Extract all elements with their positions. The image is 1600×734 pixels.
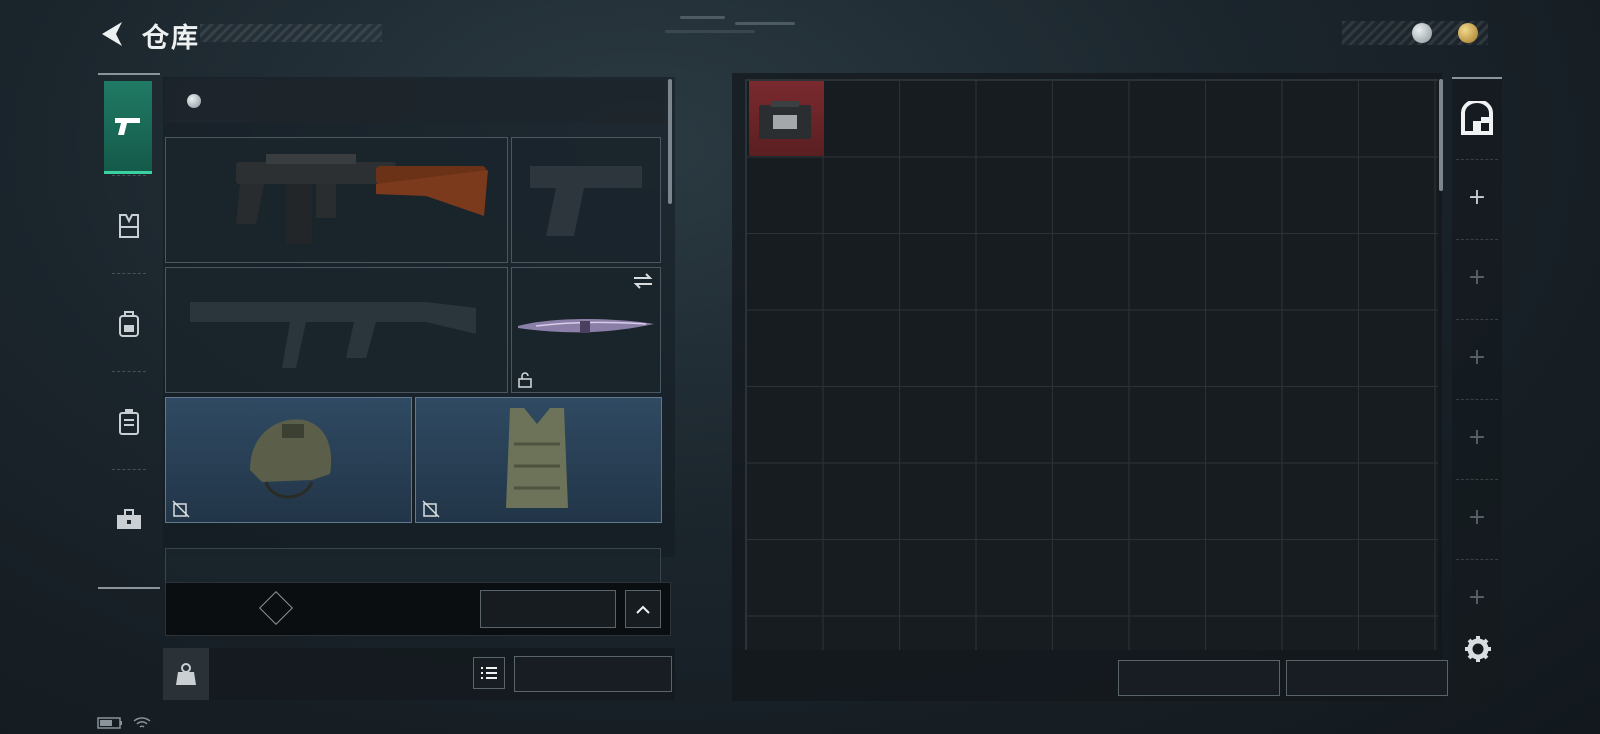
toolbox-icon xyxy=(117,509,141,529)
armor-slot[interactable] xyxy=(415,397,662,523)
unlock-icon xyxy=(518,372,532,388)
container-column: + + + + + + xyxy=(1452,77,1502,701)
category-tabs xyxy=(98,73,160,589)
knife-image xyxy=(518,319,654,333)
add-container-button-5[interactable]: + xyxy=(1452,505,1502,530)
add-container-button-6[interactable]: + xyxy=(1452,585,1502,610)
secondary-weapon-slot[interactable] xyxy=(165,267,508,393)
silver-coin-icon xyxy=(187,94,201,108)
wifi-icon xyxy=(133,717,151,728)
storage-scrollbar[interactable] xyxy=(1439,79,1443,191)
ammo-box-image xyxy=(759,101,811,139)
add-container-button-2[interactable]: + xyxy=(1452,265,1502,290)
gold-coin-icon xyxy=(1458,23,1478,43)
silver-coin-icon xyxy=(1412,23,1432,43)
pistol-placeholder-icon xyxy=(530,166,642,236)
backpack-icon xyxy=(119,311,139,337)
battery-icon xyxy=(97,717,122,729)
melee-slot[interactable] xyxy=(511,267,661,393)
chevron-up-icon xyxy=(636,605,650,614)
warehouse-icon xyxy=(1461,99,1493,135)
helmet-slot[interactable] xyxy=(165,397,412,523)
collapse-button[interactable] xyxy=(625,590,661,628)
sell-button[interactable] xyxy=(1286,660,1448,696)
back-arrow-icon xyxy=(102,22,122,46)
currency-bar xyxy=(1342,21,1488,45)
storage-item[interactable] xyxy=(749,81,824,156)
rifle-placeholder-icon xyxy=(190,302,476,368)
container-storage-tab[interactable] xyxy=(1460,99,1494,139)
back-button[interactable] xyxy=(96,18,126,50)
weight-bar xyxy=(163,648,675,700)
list-icon xyxy=(481,667,497,679)
manage-button[interactable] xyxy=(480,590,616,628)
swap-icon[interactable] xyxy=(632,272,654,290)
chest-rig-row[interactable] xyxy=(165,548,661,584)
add-container-button-4[interactable]: + xyxy=(1452,425,1502,450)
keycard-pack-bar xyxy=(165,582,671,636)
primary-weapon-slot[interactable] xyxy=(165,137,508,263)
tab-toolbox[interactable] xyxy=(98,475,160,565)
add-container-button-1[interactable]: + xyxy=(1452,185,1502,210)
transfer-all-button[interactable] xyxy=(514,656,672,692)
settings-button[interactable] xyxy=(1464,635,1492,667)
title-decoration xyxy=(200,24,382,42)
vest-image xyxy=(506,408,568,508)
pistol-slot[interactable] xyxy=(511,137,661,263)
vest-icon xyxy=(119,214,139,238)
helmet-image xyxy=(250,419,332,499)
case-icon xyxy=(119,409,139,435)
sort-button[interactable] xyxy=(1118,660,1280,696)
page-title: 仓库 xyxy=(142,23,200,54)
tab-backpack[interactable] xyxy=(98,279,160,369)
list-view-button[interactable] xyxy=(473,657,505,689)
pistol-icon xyxy=(115,118,140,135)
smg-weapon-image xyxy=(236,154,488,244)
loadout-scrollbar[interactable] xyxy=(668,79,672,204)
status-bar xyxy=(97,716,195,730)
weight-icon-box xyxy=(163,648,209,700)
tab-case[interactable] xyxy=(98,377,160,467)
no-repair-icon xyxy=(422,500,440,518)
no-repair-icon xyxy=(172,500,190,518)
weight-icon xyxy=(176,663,196,685)
gear-icon xyxy=(1465,636,1491,662)
tab-weapons[interactable] xyxy=(104,81,152,174)
add-container-button-3[interactable]: + xyxy=(1452,345,1502,370)
equipment-value-bar xyxy=(165,79,665,123)
tab-armor[interactable] xyxy=(98,181,160,271)
help-diamond[interactable] xyxy=(259,591,293,625)
storage-grid[interactable] xyxy=(745,79,1438,650)
